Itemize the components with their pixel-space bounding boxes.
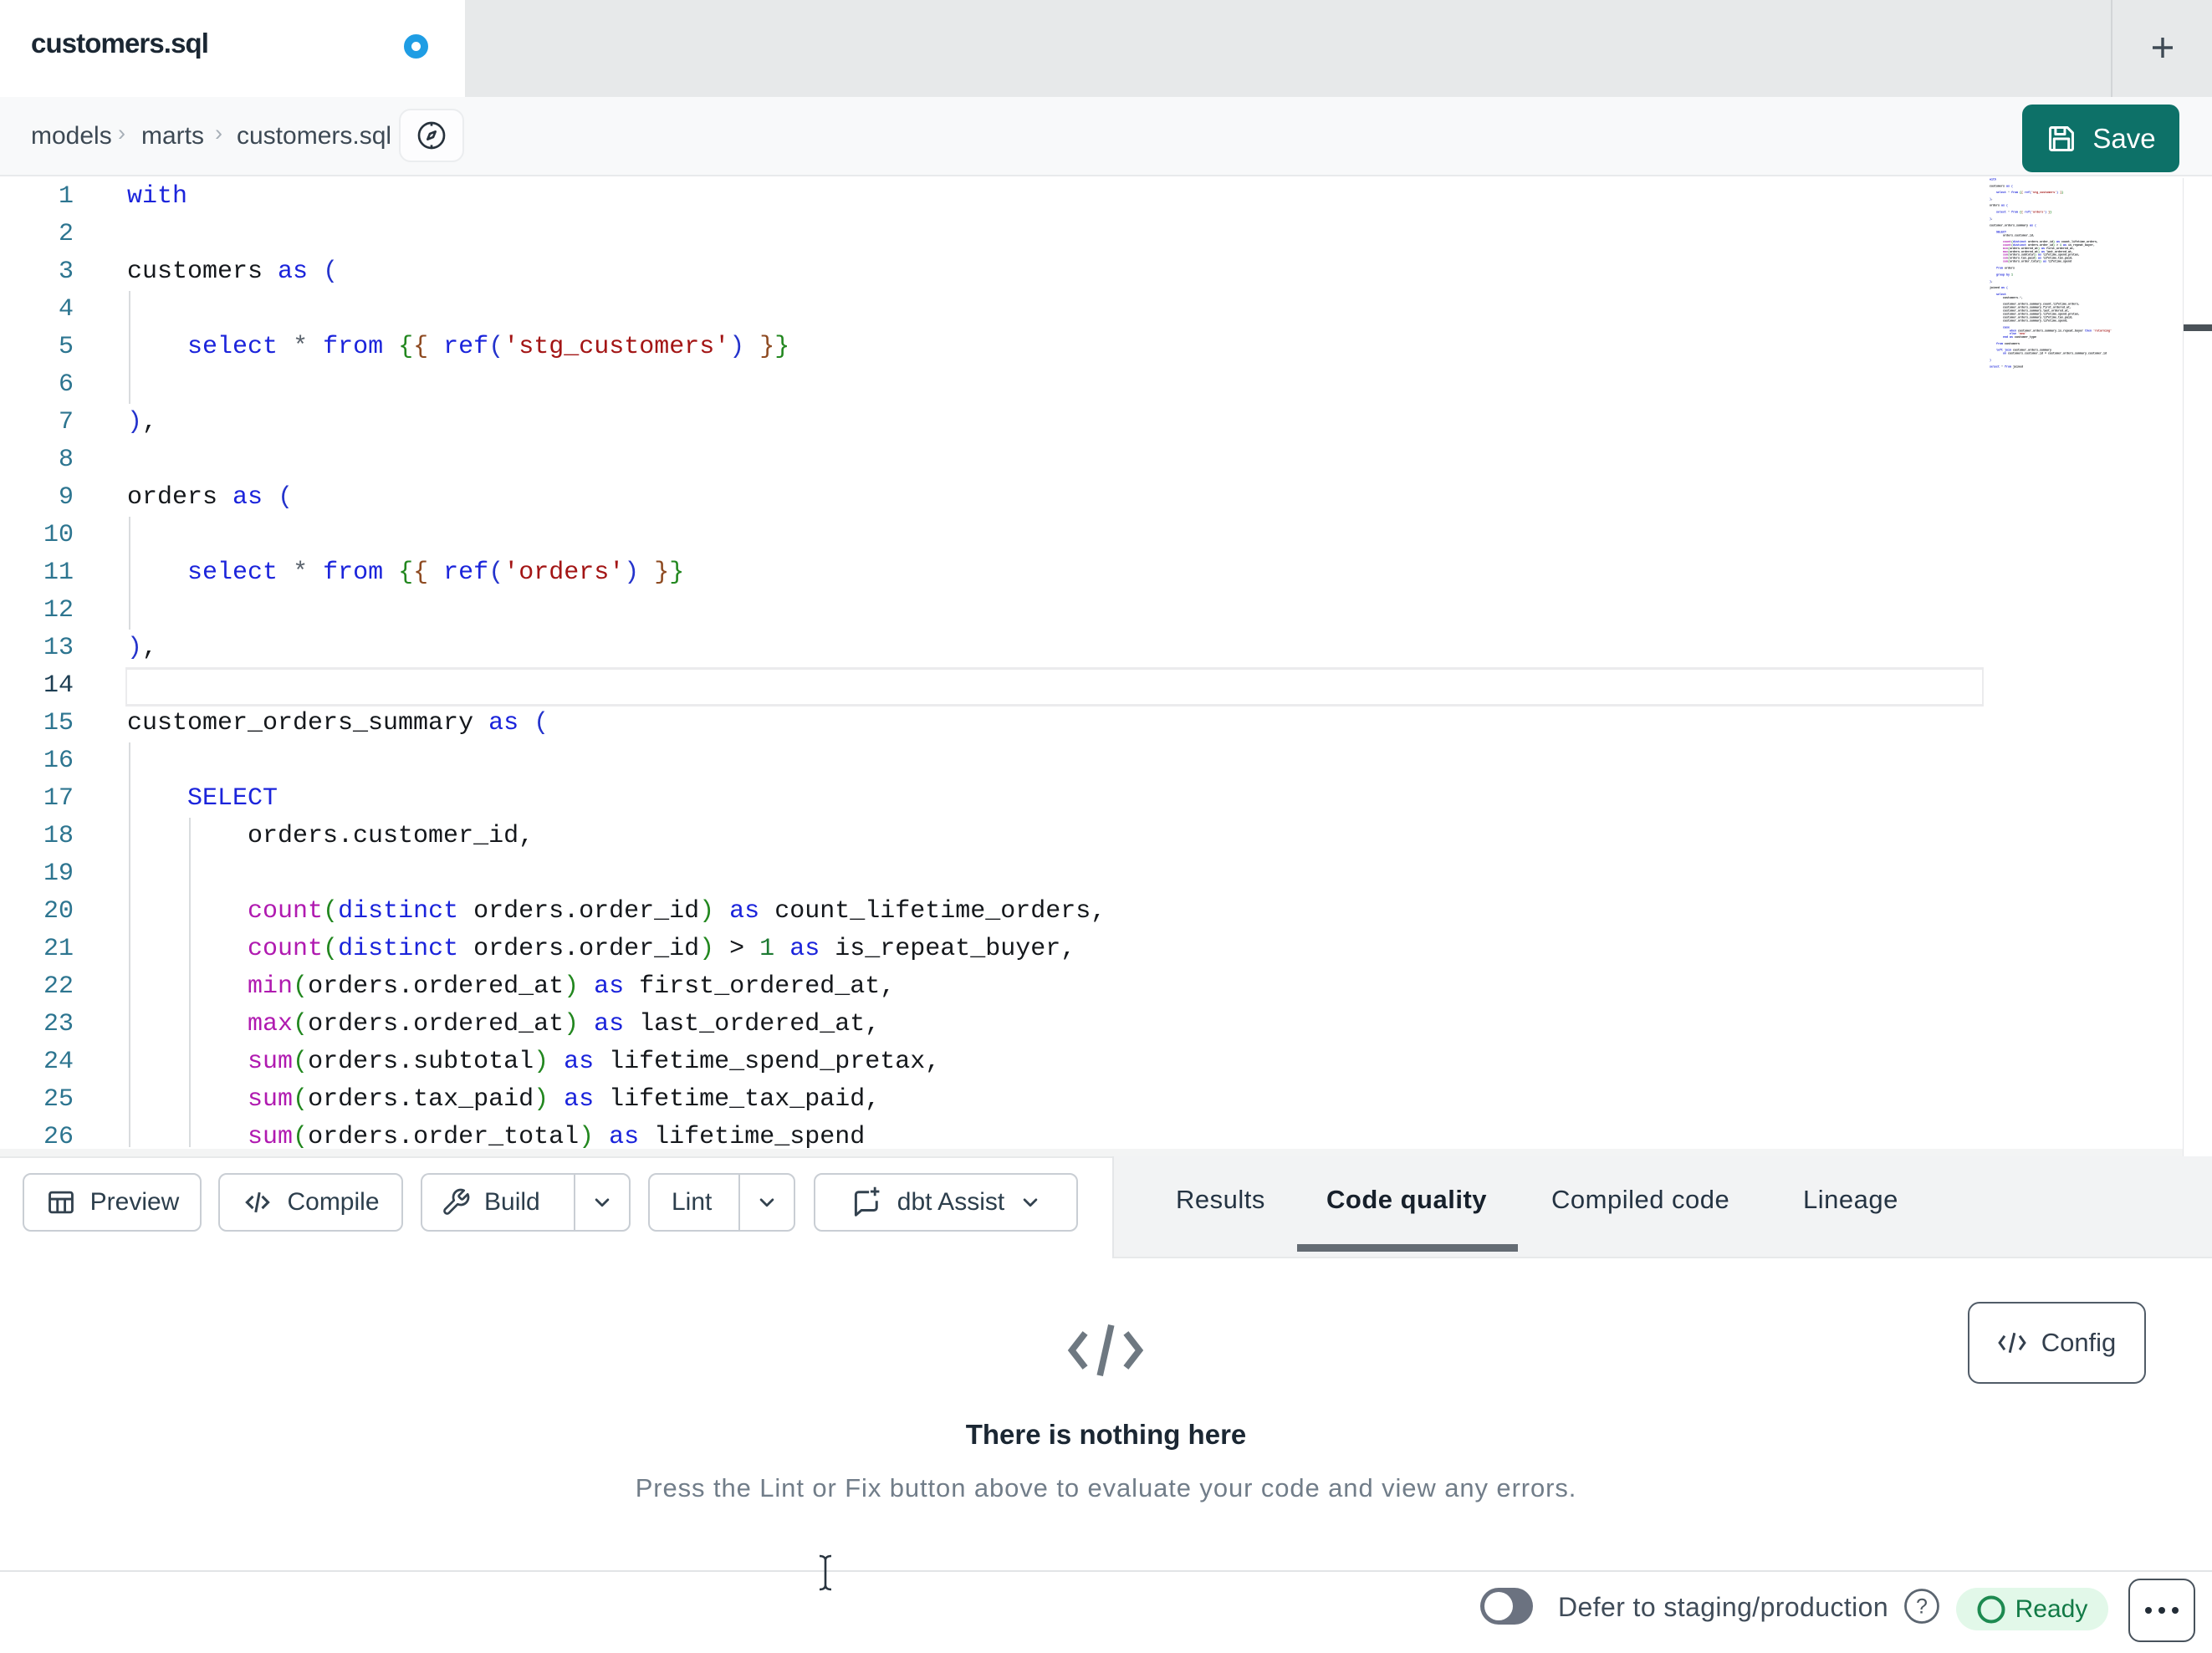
svg-text:?: ? [1916, 1595, 1928, 1619]
